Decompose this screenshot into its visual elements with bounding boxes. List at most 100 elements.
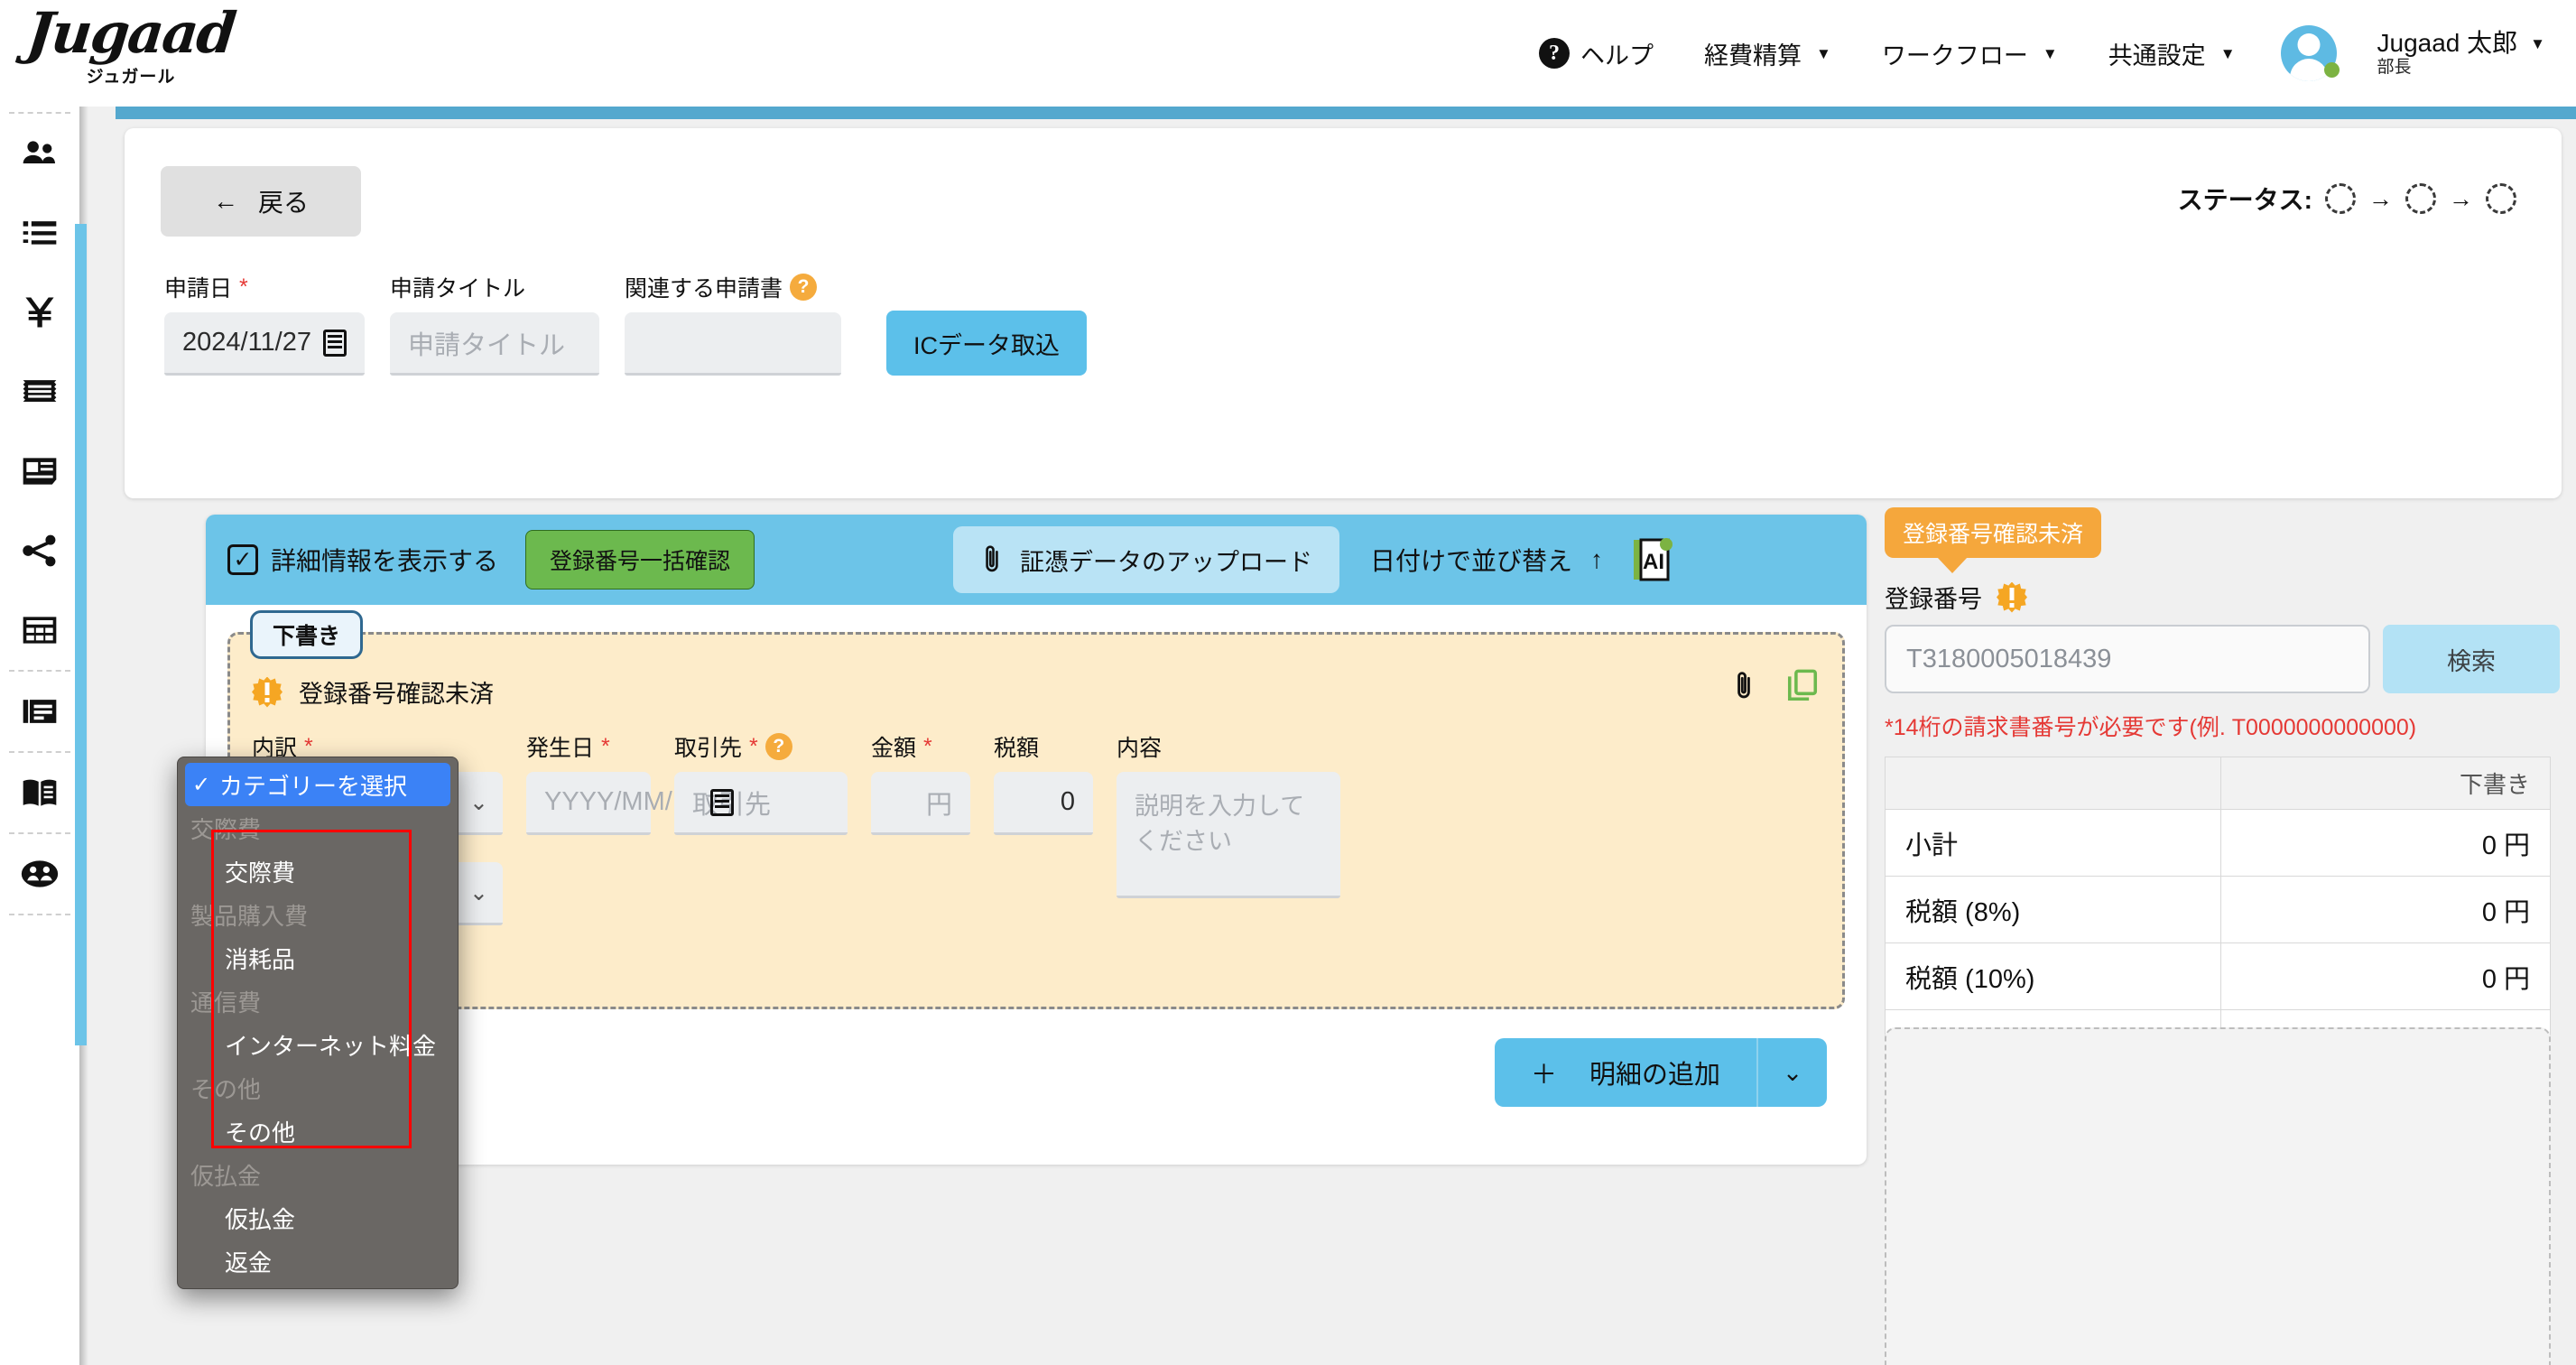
status-step-1-icon	[2325, 183, 2356, 214]
dropdown-group-header: 製品購入費	[190, 902, 309, 930]
summary-status-header: 下書き	[2220, 757, 2551, 810]
application-title-label: 申請タイトル	[390, 273, 599, 302]
dropdown-group-header: 交際費	[190, 815, 262, 843]
nav-expense[interactable]: 経費精算 ▼	[1679, 36, 1857, 71]
dropdown-group-header: 通信費	[190, 989, 262, 1017]
related-request-label: 関連する申請書 ?	[625, 273, 841, 302]
back-button[interactable]: ← 戻る	[161, 166, 361, 237]
add-line-item-button[interactable]: ＋ 明細の追加	[1494, 1038, 1756, 1107]
add-line-item-label: 明細の追加	[1589, 1061, 1720, 1090]
occurrence-date-label-text: 発生日	[526, 736, 595, 761]
sidebar-item-invoice[interactable]	[0, 432, 79, 511]
summary-row-label: 税額 (8%)	[1885, 876, 2221, 943]
registration-number-input[interactable]: T3180005018439	[1885, 625, 2370, 693]
line-items-toolbar: ✓ 詳細情報を表示する 登録番号一括確認 証憑データのアップロード 日付けで並び…	[206, 515, 1867, 605]
ai-assist-icon[interactable]: AI	[1626, 536, 1673, 583]
dropdown-option-other[interactable]: その他	[178, 1110, 458, 1153]
related-request-input[interactable]	[625, 312, 841, 376]
sidebar-item-list[interactable]	[0, 193, 79, 273]
add-line-item-dropdown-button[interactable]: ⌄	[1756, 1038, 1827, 1107]
dropdown-option-selected[interactable]: ✓ カテゴリーを選択	[185, 763, 450, 806]
content-textarea[interactable]: 説明を入力してください	[1117, 772, 1340, 898]
upload-evidence-button[interactable]: 証憑データのアップロード	[953, 526, 1340, 593]
occurrence-date-label: 発生日 *	[526, 732, 651, 762]
registration-search-button[interactable]: 検索	[2383, 625, 2560, 693]
registration-warning-text: 登録番号確認未済	[299, 681, 494, 708]
ic-data-import-button[interactable]: ICデータ取込	[886, 311, 1087, 376]
sidebar-item-yen[interactable]	[0, 273, 79, 352]
arrow-left-icon: ←	[212, 187, 238, 215]
request-header-card: ← 戻る ステータス: → → 申請日 * 2024/11/27 申請タイトル …	[125, 128, 2562, 498]
chevron-down-icon: ▼	[2219, 44, 2236, 62]
occurrence-date-input[interactable]: YYYY/MM/DD	[526, 772, 734, 835]
summary-table-header-row: 下書き	[1885, 757, 2551, 810]
nav-workflow-label: ワークフロー	[1881, 42, 2028, 70]
tax-label-text: 税額	[994, 736, 1040, 761]
summary-row-label: 小計	[1885, 809, 2221, 877]
status-label: ステータス:	[2177, 186, 2312, 214]
sidebar-item-group-circle[interactable]	[0, 834, 79, 914]
application-date-input[interactable]: 2024/11/27	[164, 312, 365, 376]
table-row: 税額 (10%) 0 円	[1885, 942, 2551, 1010]
summary-row-value: 0 円	[2220, 876, 2551, 943]
invoice-icon	[23, 458, 57, 485]
content-label-text: 内容	[1117, 736, 1163, 761]
brand-logo-kana: ジュガール	[86, 68, 176, 87]
application-date-label: 申請日 *	[164, 273, 365, 302]
dropdown-option-entertainment[interactable]: 交際費	[178, 850, 458, 893]
warning-starburst-icon	[252, 676, 283, 708]
nav-common-settings-label: 共通設定	[2108, 42, 2206, 70]
show-details-checkbox[interactable]: ✓ 詳細情報を表示する	[227, 542, 498, 578]
nav-help[interactable]: ? ヘルプ	[1514, 36, 1679, 71]
calendar-icon[interactable]	[323, 329, 347, 357]
draft-status-badge: 下書き	[250, 610, 364, 659]
dropdown-option-internet[interactable]: インターネット料金	[178, 1023, 458, 1066]
chevron-down-icon: ▼	[2042, 44, 2058, 62]
back-button-label: 戻る	[257, 189, 309, 217]
sidebar-item-card-stack[interactable]	[0, 672, 79, 751]
paperclip-icon	[986, 545, 998, 572]
sort-by-date-button[interactable]: 日付けで並び替え ↑	[1370, 542, 1603, 578]
category-dropdown-popup[interactable]: ✓ カテゴリーを選択 交際費 交際費 製品購入費 消耗品 通信費 インターネット…	[177, 757, 459, 1289]
user-menu[interactable]: Jugaad 太郎 ▼ 部長	[2261, 25, 2549, 81]
chevron-down-icon: ▼	[2530, 34, 2545, 52]
dropdown-option-advance[interactable]: 仮払金	[178, 1196, 458, 1240]
group-circle-icon	[21, 860, 59, 887]
sidebar-item-table[interactable]	[0, 590, 79, 670]
brand-logo[interactable]: Jugaad ジュガール	[23, 0, 325, 88]
status-indicator: ステータス: → →	[2178, 181, 2516, 217]
sidebar-rail	[0, 107, 79, 1365]
attach-paperclip-icon[interactable]	[1732, 669, 1756, 703]
amount-input[interactable]: 円	[871, 772, 970, 835]
status-step-3-icon	[2486, 183, 2516, 214]
duplicate-icon[interactable]	[1786, 669, 1819, 703]
dropdown-option-refund[interactable]: 返金	[178, 1240, 458, 1283]
help-circle-icon[interactable]: ?	[790, 274, 818, 301]
application-title-input[interactable]: 申請タイトル	[390, 312, 599, 376]
payee-label: 取引先 * ?	[674, 732, 848, 761]
sidebar-item-users[interactable]	[0, 114, 79, 193]
plus-icon: ＋	[1530, 1061, 1557, 1090]
summary-row-label: 税額 (10%)	[1885, 942, 2221, 1010]
sidebar-item-receipt[interactable]	[0, 352, 79, 432]
checkbox-icon: ✓	[227, 544, 258, 575]
field-content: 内容 説明を入力してください	[1117, 732, 1340, 898]
nav-common-settings[interactable]: 共通設定 ▼	[2083, 36, 2261, 71]
calendar-icon[interactable]	[709, 788, 734, 816]
upload-evidence-label: 証憑データのアップロード	[1020, 548, 1313, 576]
payee-input[interactable]: 取引先	[674, 772, 848, 835]
evidence-dropzone[interactable]	[1885, 1027, 2551, 1365]
related-request-label-text: 関連する申請書	[625, 276, 783, 302]
sidebar-item-book[interactable]	[0, 753, 79, 832]
tax-input[interactable]: 0	[994, 772, 1093, 835]
dropdown-option-supplies[interactable]: 消耗品	[178, 936, 458, 980]
bulk-registration-check-button[interactable]: 登録番号一括確認	[525, 530, 755, 590]
content-top-strip	[116, 107, 2576, 119]
help-circle-icon[interactable]: ?	[764, 733, 792, 760]
table-row: 小計 0 円	[1885, 809, 2551, 877]
field-application-date: 申請日 * 2024/11/27	[164, 273, 365, 376]
application-title-label-text: 申請タイトル	[390, 276, 526, 302]
content-label: 内容	[1117, 732, 1340, 761]
nav-workflow[interactable]: ワークフロー ▼	[1857, 36, 2083, 71]
sidebar-item-share[interactable]	[0, 511, 79, 590]
